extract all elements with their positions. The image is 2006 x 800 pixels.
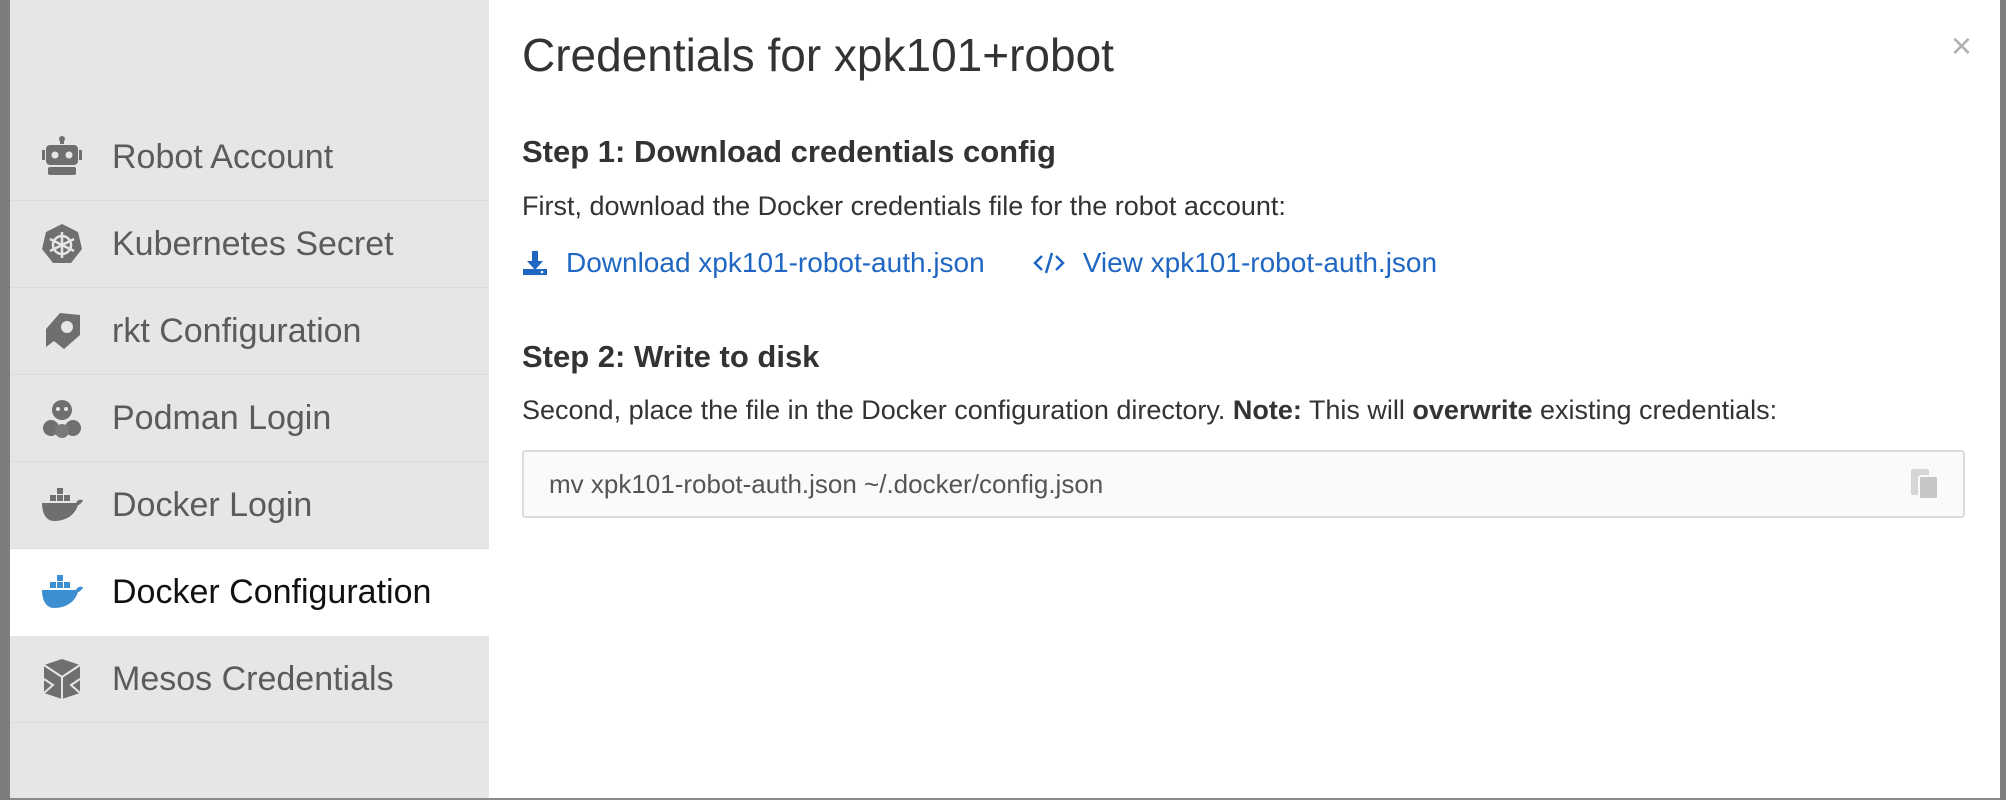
credentials-content: × Credentials for xpk101+robot Step 1: D… [489,0,2000,798]
sidebar-item-robot-account[interactable]: Robot Account [10,114,489,201]
step2-text-before: Second, place the file in the Docker con… [522,395,1233,425]
command-box: mv xpk101-robot-auth.json ~/.docker/conf… [522,450,1965,518]
download-icon [522,250,548,276]
step1-text: First, download the Docker credentials f… [522,191,1286,221]
sidebar-item-label: Robot Account [112,137,334,176]
code-icon [1032,250,1065,276]
close-icon[interactable]: × [1951,28,1972,64]
download-links: Download xpk101-robot-auth.json View xpk… [522,247,1437,279]
mesos-icon [40,657,84,701]
sidebar-item-label: Podman Login [112,398,332,437]
sidebar-item-docker-configuration[interactable]: Docker Configuration [10,549,489,636]
sidebar-item-label: Docker Login [112,485,313,524]
sidebar-item-mesos-credentials[interactable]: Mesos Credentials [10,636,489,723]
modal-backdrop [0,0,10,800]
sidebar-item-podman-login[interactable]: Podman Login [10,375,489,462]
view-link-label: View xpk101-robot-auth.json [1082,247,1438,278]
download-link-label: Download xpk101-robot-auth.json [566,247,985,278]
docker-icon [40,570,84,614]
credentials-sidebar: Robot Account Kubernetes Secret rkt Conf… [10,0,489,798]
sidebar-item-docker-login[interactable]: Docker Login [10,462,489,549]
podman-icon [40,396,84,440]
modal-title: Credentials for xpk101+robot [522,29,1114,81]
note-label: Note: [1232,395,1302,425]
sidebar-list: Robot Account Kubernetes Secret rkt Conf… [10,114,489,723]
step2-heading: Step 2: Write to disk [522,339,820,374]
docker-icon [40,483,84,527]
sidebar-item-rkt-configuration[interactable]: rkt Configuration [10,288,489,375]
step1-heading: Step 1: Download credentials config [522,134,1056,169]
sidebar-item-label: Docker Configuration [112,572,432,611]
credentials-modal: Robot Account Kubernetes Secret rkt Conf… [10,0,2000,798]
overwrite-word: overwrite [1412,395,1533,425]
command-text[interactable]: mv xpk101-robot-auth.json ~/.docker/conf… [549,469,1905,500]
sidebar-item-label: Mesos Credentials [112,659,394,698]
step2-text: Second, place the file in the Docker con… [522,395,1777,426]
copy-icon[interactable] [1905,464,1945,504]
step2-text-after: existing credentials: [1532,395,1778,425]
sidebar-item-label: Kubernetes Secret [112,224,394,263]
sidebar-item-label: rkt Configuration [112,311,362,350]
sidebar-item-kubernetes-secret[interactable]: Kubernetes Secret [10,201,489,288]
kubernetes-icon [40,222,84,266]
view-link[interactable]: View xpk101-robot-auth.json [1032,247,1438,279]
modal-backdrop-right [2000,0,2006,800]
download-link[interactable]: Download xpk101-robot-auth.json [522,247,985,279]
rkt-icon [40,309,84,353]
robot-icon [40,135,84,179]
step2-text-middle: This will [1301,395,1413,425]
